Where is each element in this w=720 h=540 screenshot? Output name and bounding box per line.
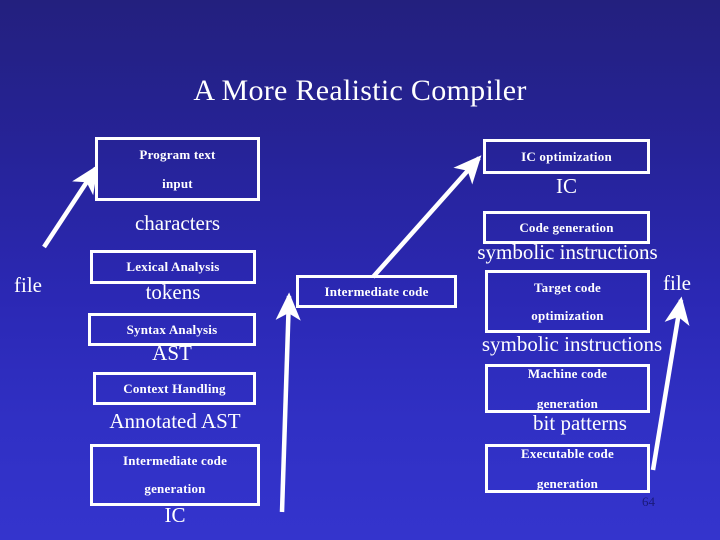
box-line: Machine code <box>527 365 608 381</box>
arrow-file-to-program-text <box>42 164 98 249</box>
flow-label-characters: characters <box>134 211 221 235</box>
box-lexical-analysis[interactable]: Lexical Analysis <box>90 250 256 284</box>
slide-page-number: 64 <box>642 494 655 509</box>
box-line: generation <box>536 475 599 491</box>
box-line: Intermediate code <box>324 283 429 299</box>
label-file-output: file <box>663 271 691 295</box>
flow-label-ic-right: IC <box>556 174 577 198</box>
slide-title: A More Realistic Compiler <box>193 74 527 107</box>
flow-label-tokens: tokens <box>145 280 201 304</box>
box-context-handling[interactable]: Context Handling <box>93 372 256 405</box>
flow-label-symbolic-instructions-1: symbolic instructions <box>477 240 658 264</box>
box-line: Syntax Analysis <box>126 321 218 337</box>
box-line: generation <box>144 481 206 496</box>
box-line: IC optimization <box>521 148 612 164</box>
box-line: Lexical Analysis <box>126 259 220 274</box>
box-intermediate-code-generation[interactable]: Intermediate code generation <box>90 444 260 506</box>
slide-canvas: A More Realistic Compiler Program text i… <box>0 0 720 540</box>
flow-label-symbolic-instructions-2: symbolic instructions <box>481 332 663 356</box>
arrow-ic-to-intermediate-code <box>275 292 301 513</box>
box-line: Executable code <box>521 445 614 461</box>
flow-label-annotated-ast: Annotated AST <box>109 409 241 433</box>
box-line: optimization <box>531 307 604 323</box>
box-line: Intermediate code <box>122 453 228 468</box>
box-machine-code-generation[interactable]: Machine code generation <box>485 364 650 413</box>
box-program-text-input[interactable]: Program text input <box>95 137 260 201</box>
box-target-code-optimization[interactable]: Target code optimization <box>485 270 650 333</box>
flow-label-bit-patterns: bit patterns <box>533 411 627 435</box>
box-executable-code-generation[interactable]: Executable code generation <box>485 444 650 493</box>
box-line: Context Handling <box>123 380 226 396</box>
box-line: input <box>162 175 193 191</box>
box-line: Target code <box>533 279 602 295</box>
box-ic-optimization[interactable]: IC optimization <box>483 139 650 174</box>
flow-label-ast: AST <box>152 341 192 365</box>
arrow-executable-to-file <box>650 296 690 471</box>
flow-label-ic-left: IC <box>164 503 186 527</box>
box-line: Program text <box>139 146 216 162</box>
box-line: Code generation <box>519 219 614 235</box>
label-file-input: file <box>14 273 42 297</box>
box-intermediate-code[interactable]: Intermediate code <box>296 275 457 308</box>
